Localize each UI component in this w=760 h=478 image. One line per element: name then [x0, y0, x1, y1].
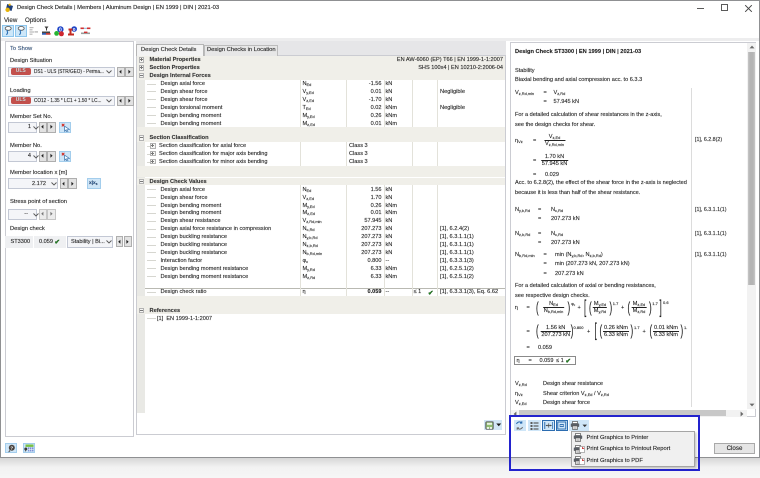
svg-text:?: ?	[10, 445, 13, 450]
svg-text:0: 0	[72, 26, 75, 31]
